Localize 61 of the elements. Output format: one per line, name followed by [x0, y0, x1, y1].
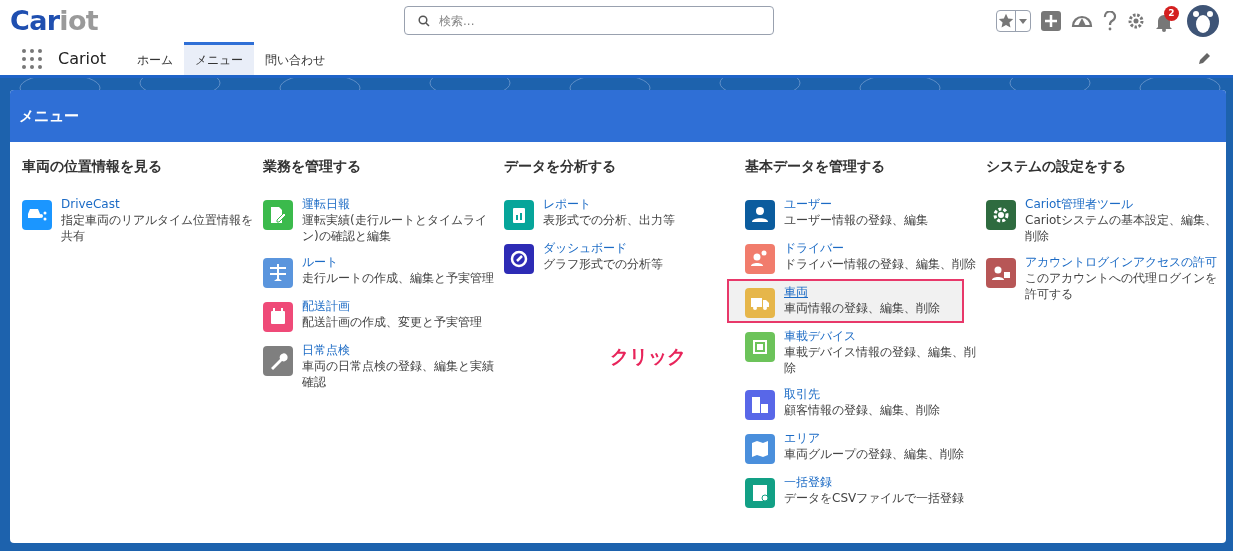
menu-item-description: 車両グループの登録、編集、削除: [784, 446, 964, 462]
menu-item-title[interactable]: エリア: [784, 430, 964, 446]
menu-item-title[interactable]: ダッシュボード: [543, 240, 663, 256]
notification-badge: 2: [1164, 6, 1179, 21]
menu-item-title[interactable]: 車載デバイス: [784, 328, 982, 344]
menu-item[interactable]: 一括登録 データをCSVファイルで一括登録: [729, 471, 982, 511]
menu-item-description: 車両の日常点検の登録、編集と実績確認: [302, 358, 495, 390]
search-icon: [418, 15, 430, 27]
annotation-label: クリック: [610, 344, 686, 369]
nav-tab[interactable]: 問い合わせ: [254, 42, 337, 75]
menu-item-title[interactable]: 車両: [784, 284, 940, 300]
column-heading: 車両の位置情報を見る: [22, 157, 163, 176]
logo: Cariot: [10, 3, 98, 38]
menu-item-description: 車載デバイス情報の登録、編集、削除: [784, 344, 977, 376]
nav-tab[interactable]: ホーム: [126, 42, 185, 75]
menu-item-description: データをCSVファイルで一括登録: [784, 490, 965, 506]
menu-title: メニュー: [19, 105, 79, 127]
search-field[interactable]: 検索...: [404, 6, 774, 35]
menu-item-description: グラフ形式での分析等: [543, 256, 663, 272]
menu-item-title[interactable]: 配送計画: [302, 298, 482, 314]
menu-item-title[interactable]: アカウントログインアクセスの許可: [1025, 254, 1223, 270]
menu-item-title[interactable]: ルート: [302, 254, 494, 270]
menu-item-title[interactable]: DriveCast: [61, 196, 259, 212]
menu-item-title[interactable]: 日常点検: [302, 342, 500, 358]
menu-item-description: このアカウントへの代理ログインを許可する: [1025, 270, 1218, 302]
column-heading: 基本データを管理する: [745, 157, 886, 176]
menu-item[interactable]: ルート 走行ルートの作成、編集と予実管理: [247, 251, 500, 291]
column-heading: システムの設定をする: [986, 157, 1127, 176]
menu-item-description: 指定車両のリアルタイム位置情報を共有: [61, 212, 254, 244]
menu-item[interactable]: 車両 車両情報の登録、編集、削除: [729, 281, 962, 321]
menu-item[interactable]: 車載デバイス 車載デバイス情報の登録、編集、削除: [729, 325, 982, 379]
menu-item-description: 顧客情報の登録、編集、削除: [784, 402, 940, 418]
menu-item-description: 表形式での分析、出力等: [543, 212, 675, 228]
menu-item-title[interactable]: ユーザー: [784, 196, 928, 212]
menu-item-description: 車両情報の登録、編集、削除: [784, 300, 940, 316]
settings-icon[interactable]: [1127, 12, 1145, 30]
menu-item-title[interactable]: Cariot管理者ツール: [1025, 196, 1223, 212]
menu-item[interactable]: 配送計画 配送計画の作成、変更と予実管理: [247, 295, 500, 335]
menu-item-title[interactable]: 取引先: [784, 386, 940, 402]
avatar[interactable]: [1187, 5, 1219, 37]
menu-item[interactable]: 日常点検 車両の日常点検の登録、編集と実績確認: [247, 339, 500, 393]
menu-item-description: 走行ルートの作成、編集と予実管理: [302, 270, 494, 286]
menu-item-description: Cariotシステムの基本設定、編集、削除: [1025, 212, 1219, 244]
menu-item[interactable]: 取引先 顧客情報の登録、編集、削除: [729, 383, 982, 423]
menu-item-description: ユーザー情報の登録、編集: [784, 212, 928, 228]
app-name: Cariot: [58, 47, 107, 70]
menu-item-description: ドライバー情報の登録、編集、削除: [784, 256, 976, 272]
plus-icon[interactable]: [1041, 11, 1061, 31]
menu-item-description: 配送計画の作成、変更と予実管理: [302, 314, 482, 330]
pencil-icon[interactable]: [1198, 52, 1211, 65]
column-heading: データを分析する: [504, 157, 617, 176]
menu-item[interactable]: DriveCast 指定車両のリアルタイム位置情報を共有: [10, 193, 259, 247]
help-icon[interactable]: [1103, 11, 1117, 31]
app-launcher-icon[interactable]: [22, 48, 42, 69]
menu-item-title[interactable]: レポート: [543, 196, 675, 212]
menu-item[interactable]: エリア 車両グループの登録、編集、削除: [729, 427, 982, 467]
menu-item-description: 運転実績(走行ルートとタイムライン)の確認と編集: [302, 212, 488, 244]
nav-tab[interactable]: メニュー: [184, 42, 255, 75]
menu-item-title[interactable]: 一括登録: [784, 474, 965, 490]
column-heading: 業務を管理する: [263, 157, 362, 176]
star-icon[interactable]: [997, 12, 1015, 30]
